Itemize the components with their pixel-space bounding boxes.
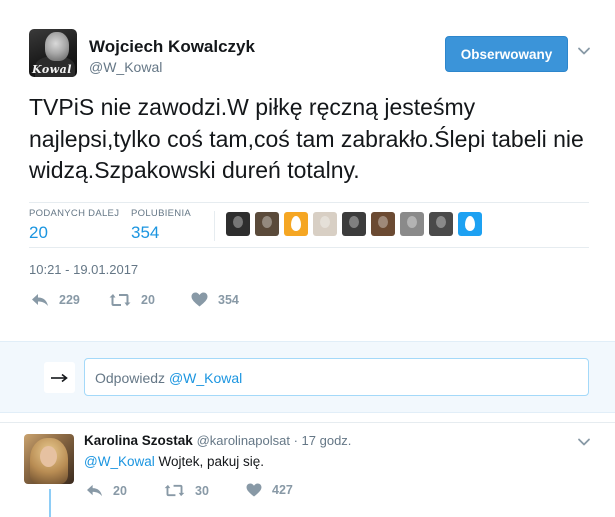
heart-icon	[246, 483, 262, 497]
reply-tweet-retweet-count: 30	[195, 483, 209, 498]
tweet-timestamp[interactable]: 10:21 - 19.01.2017	[29, 262, 138, 277]
liker-avatar[interactable]	[458, 212, 482, 236]
reply-icon	[32, 294, 48, 306]
egg-icon	[465, 216, 475, 231]
liker-avatar[interactable]	[429, 212, 453, 236]
liker-face	[233, 216, 243, 228]
liker-avatar[interactable]	[313, 212, 337, 236]
reply-count: 229	[59, 293, 80, 307]
likers-avatars	[226, 212, 482, 236]
liker-avatar[interactable]	[255, 212, 279, 236]
avatar-face	[45, 32, 69, 61]
liker-face	[407, 216, 417, 228]
reply-separator: ·	[289, 433, 302, 448]
reply-tweet-reply-count: 20	[113, 483, 127, 498]
reply-mention[interactable]: @W_Kowal	[84, 454, 155, 469]
thread-line	[49, 489, 51, 517]
reply-button[interactable]: 229	[31, 292, 80, 308]
author-handle[interactable]: @W_Kowal	[89, 59, 162, 75]
like-button[interactable]: 354	[191, 292, 239, 307]
liker-face	[436, 216, 446, 228]
liker-avatar[interactable]	[400, 212, 424, 236]
reply-placeholder-mention: @W_Kowal	[168, 370, 243, 386]
liker-avatar[interactable]	[342, 212, 366, 236]
egg-icon	[291, 216, 301, 231]
reply-icon	[87, 484, 102, 497]
likes-stat[interactable]: POLUBIENIA 354	[131, 208, 191, 243]
reply-author-avatar[interactable]	[24, 434, 74, 484]
reply-input[interactable]: Odpowiedz @W_Kowal	[84, 358, 589, 396]
reply-tweet-like-button[interactable]: 427	[246, 483, 293, 497]
reply-tweet-retweet-button[interactable]: 30	[164, 483, 209, 498]
arrow-right-icon	[50, 373, 68, 382]
chevron-down-icon[interactable]	[577, 435, 591, 449]
like-count: 354	[218, 292, 239, 307]
reply-author-handle[interactable]: @karolinapolsat	[197, 433, 290, 448]
reply-placeholder-prefix: Odpowiedz	[95, 370, 169, 386]
following-button[interactable]: Obserwowany	[445, 36, 568, 72]
reply-arrow	[44, 362, 75, 393]
avatar-signature: Kowal	[32, 63, 72, 76]
tweet-stats: PODANYCH DALEJ 20 POLUBIENIA 354	[29, 202, 589, 248]
stats-divider	[214, 211, 215, 241]
retweet-icon	[109, 294, 131, 306]
reply-tweet[interactable]: Karolina Szostak @karolinapolsat · 17 go…	[0, 422, 615, 517]
reply-avatar-face	[40, 446, 57, 467]
reply-text: @W_Kowal Wojtek, pakuj się.	[84, 454, 264, 469]
liker-avatar[interactable]	[284, 212, 308, 236]
retweet-count: 20	[141, 293, 155, 307]
retweet-icon	[164, 484, 185, 497]
author-avatar[interactable]: Kowal	[29, 29, 77, 77]
liker-face	[262, 216, 272, 228]
reply-tweet-reply-button[interactable]: 20	[86, 483, 127, 498]
liker-face	[349, 216, 359, 228]
retweet-button[interactable]: 20	[109, 292, 155, 308]
author-name[interactable]: Wojciech Kowalczyk	[89, 37, 255, 57]
reply-header: Karolina Szostak @karolinapolsat · 17 go…	[84, 433, 351, 448]
reply-time[interactable]: 17 godz.	[302, 433, 352, 448]
likes-count: 354	[131, 223, 160, 242]
liker-avatar[interactable]	[226, 212, 250, 236]
liker-face	[320, 216, 330, 228]
likes-label: POLUBIENIA	[131, 208, 192, 219]
liker-face	[378, 216, 388, 228]
chevron-down-icon[interactable]	[577, 44, 591, 58]
liker-avatar[interactable]	[371, 212, 395, 236]
retweets-count: 20	[29, 223, 48, 242]
heart-icon	[191, 292, 208, 307]
reply-composer: Odpowiedz @W_Kowal	[0, 341, 615, 413]
reply-author-name[interactable]: Karolina Szostak	[84, 433, 193, 448]
retweets-label: PODANYCH DALEJ	[29, 208, 120, 219]
reply-tweet-like-count: 427	[272, 483, 293, 497]
retweets-stat[interactable]: PODANYCH DALEJ 20	[29, 208, 119, 243]
tweet-text: TVPiS nie zawodzi.W piłkę ręczną jesteśm…	[29, 94, 584, 183]
reply-body: Wojtek, pakuj się.	[154, 454, 265, 469]
